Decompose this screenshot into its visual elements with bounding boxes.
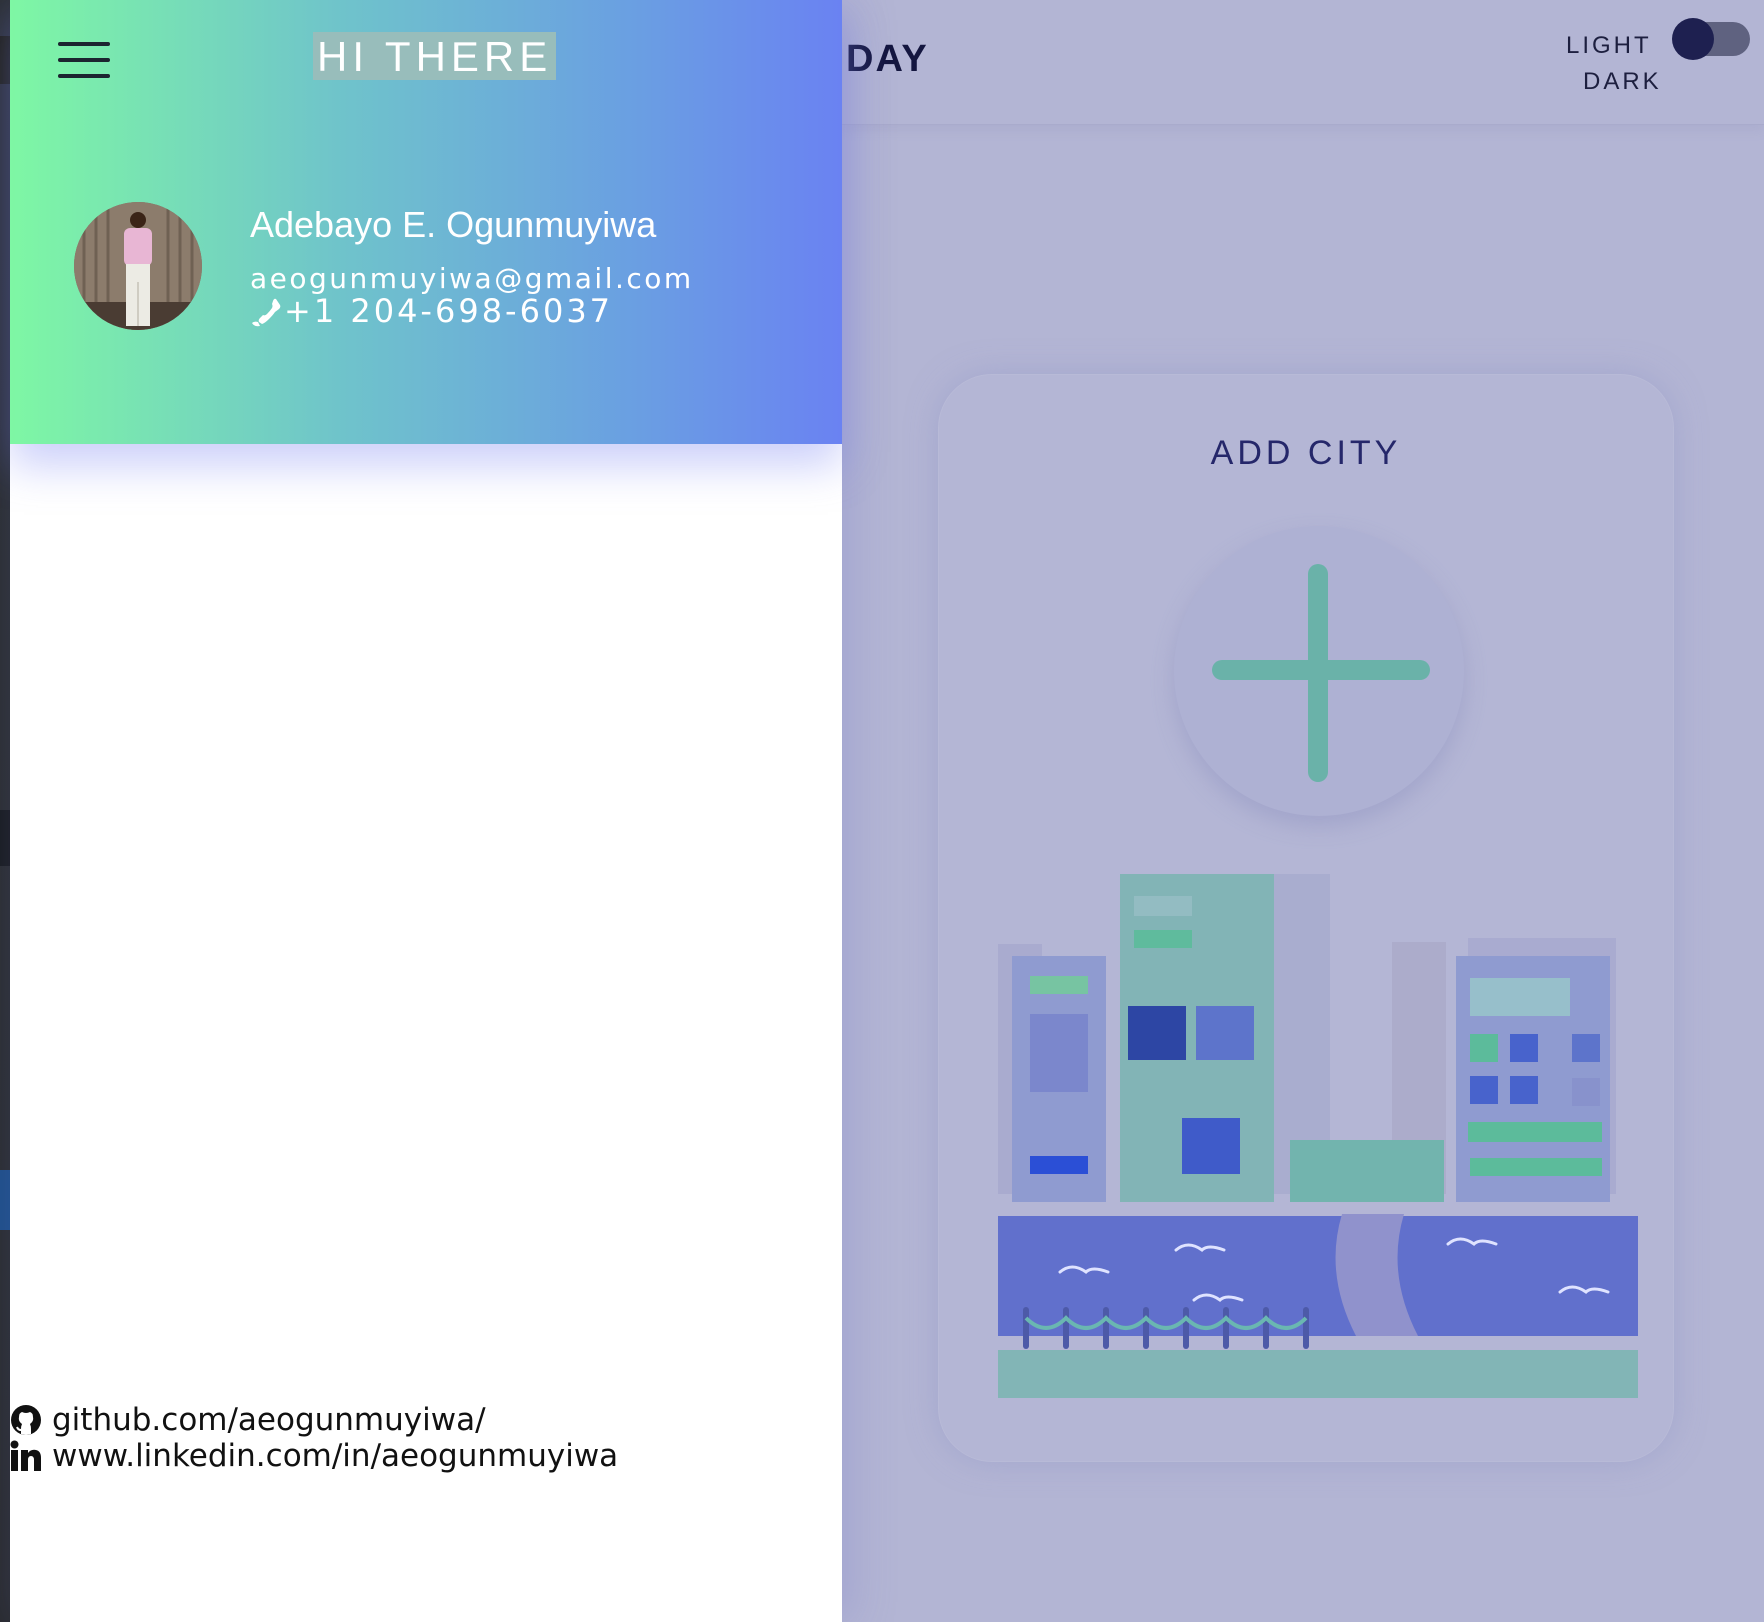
- editor-edge-detail: [0, 1170, 10, 1230]
- add-city-card: ADD CITY: [938, 374, 1674, 1462]
- add-city-title: ADD CITY: [1210, 434, 1402, 472]
- editor-window-edge: [0, 0, 10, 1622]
- app-screen: DAY LIGHT DARK ADD CITY HI THERE Adebayo…: [0, 0, 1764, 1622]
- linkedin-link-text: www.linkedin.com/in/aeogunmuyiwa: [52, 1438, 619, 1474]
- app-title: DAY: [846, 38, 929, 80]
- avatar-photo: [74, 202, 202, 330]
- drawer-header: HI THERE Adebayo E. Ogunmuyiwa aeogunmuy…: [10, 0, 842, 444]
- phone-icon: [252, 298, 281, 327]
- theme-dark-label: DARK: [1583, 68, 1662, 95]
- profile-phone-row[interactable]: +1 204-698-6037: [250, 292, 613, 330]
- hamburger-icon[interactable]: [58, 42, 110, 80]
- social-links: github.com/aeogunmuyiwa/ www.linkedin.co…: [10, 1402, 618, 1474]
- profile-email[interactable]: aeogunmuyiwa@gmail.com: [250, 262, 694, 295]
- toggle-knob[interactable]: [1672, 18, 1714, 60]
- city-skyline-illustration: [998, 874, 1638, 1398]
- greeting-heading: HI THERE: [313, 32, 557, 80]
- avatar: [74, 202, 202, 330]
- theme-light-label: LIGHT: [1566, 32, 1652, 59]
- editor-edge-detail: [0, 810, 10, 866]
- github-icon: [11, 1405, 41, 1435]
- profile-name: Adebayo E. Ogunmuyiwa: [250, 204, 657, 245]
- github-link[interactable]: github.com/aeogunmuyiwa/: [10, 1402, 618, 1438]
- linkedin-link[interactable]: www.linkedin.com/in/aeogunmuyiwa: [10, 1438, 618, 1474]
- github-link-text: github.com/aeogunmuyiwa/: [52, 1402, 486, 1438]
- profile-phone: +1 204-698-6037: [284, 292, 614, 330]
- linkedin-icon: [10, 1440, 41, 1471]
- side-drawer: HI THERE Adebayo E. Ogunmuyiwa aeogunmuy…: [10, 0, 842, 1622]
- theme-toggle[interactable]: LIGHT DARK: [1566, 18, 1750, 102]
- add-city-button[interactable]: [1174, 526, 1464, 816]
- plus-icon-bar: [1212, 660, 1430, 680]
- editor-edge-detail: [0, 36, 10, 84]
